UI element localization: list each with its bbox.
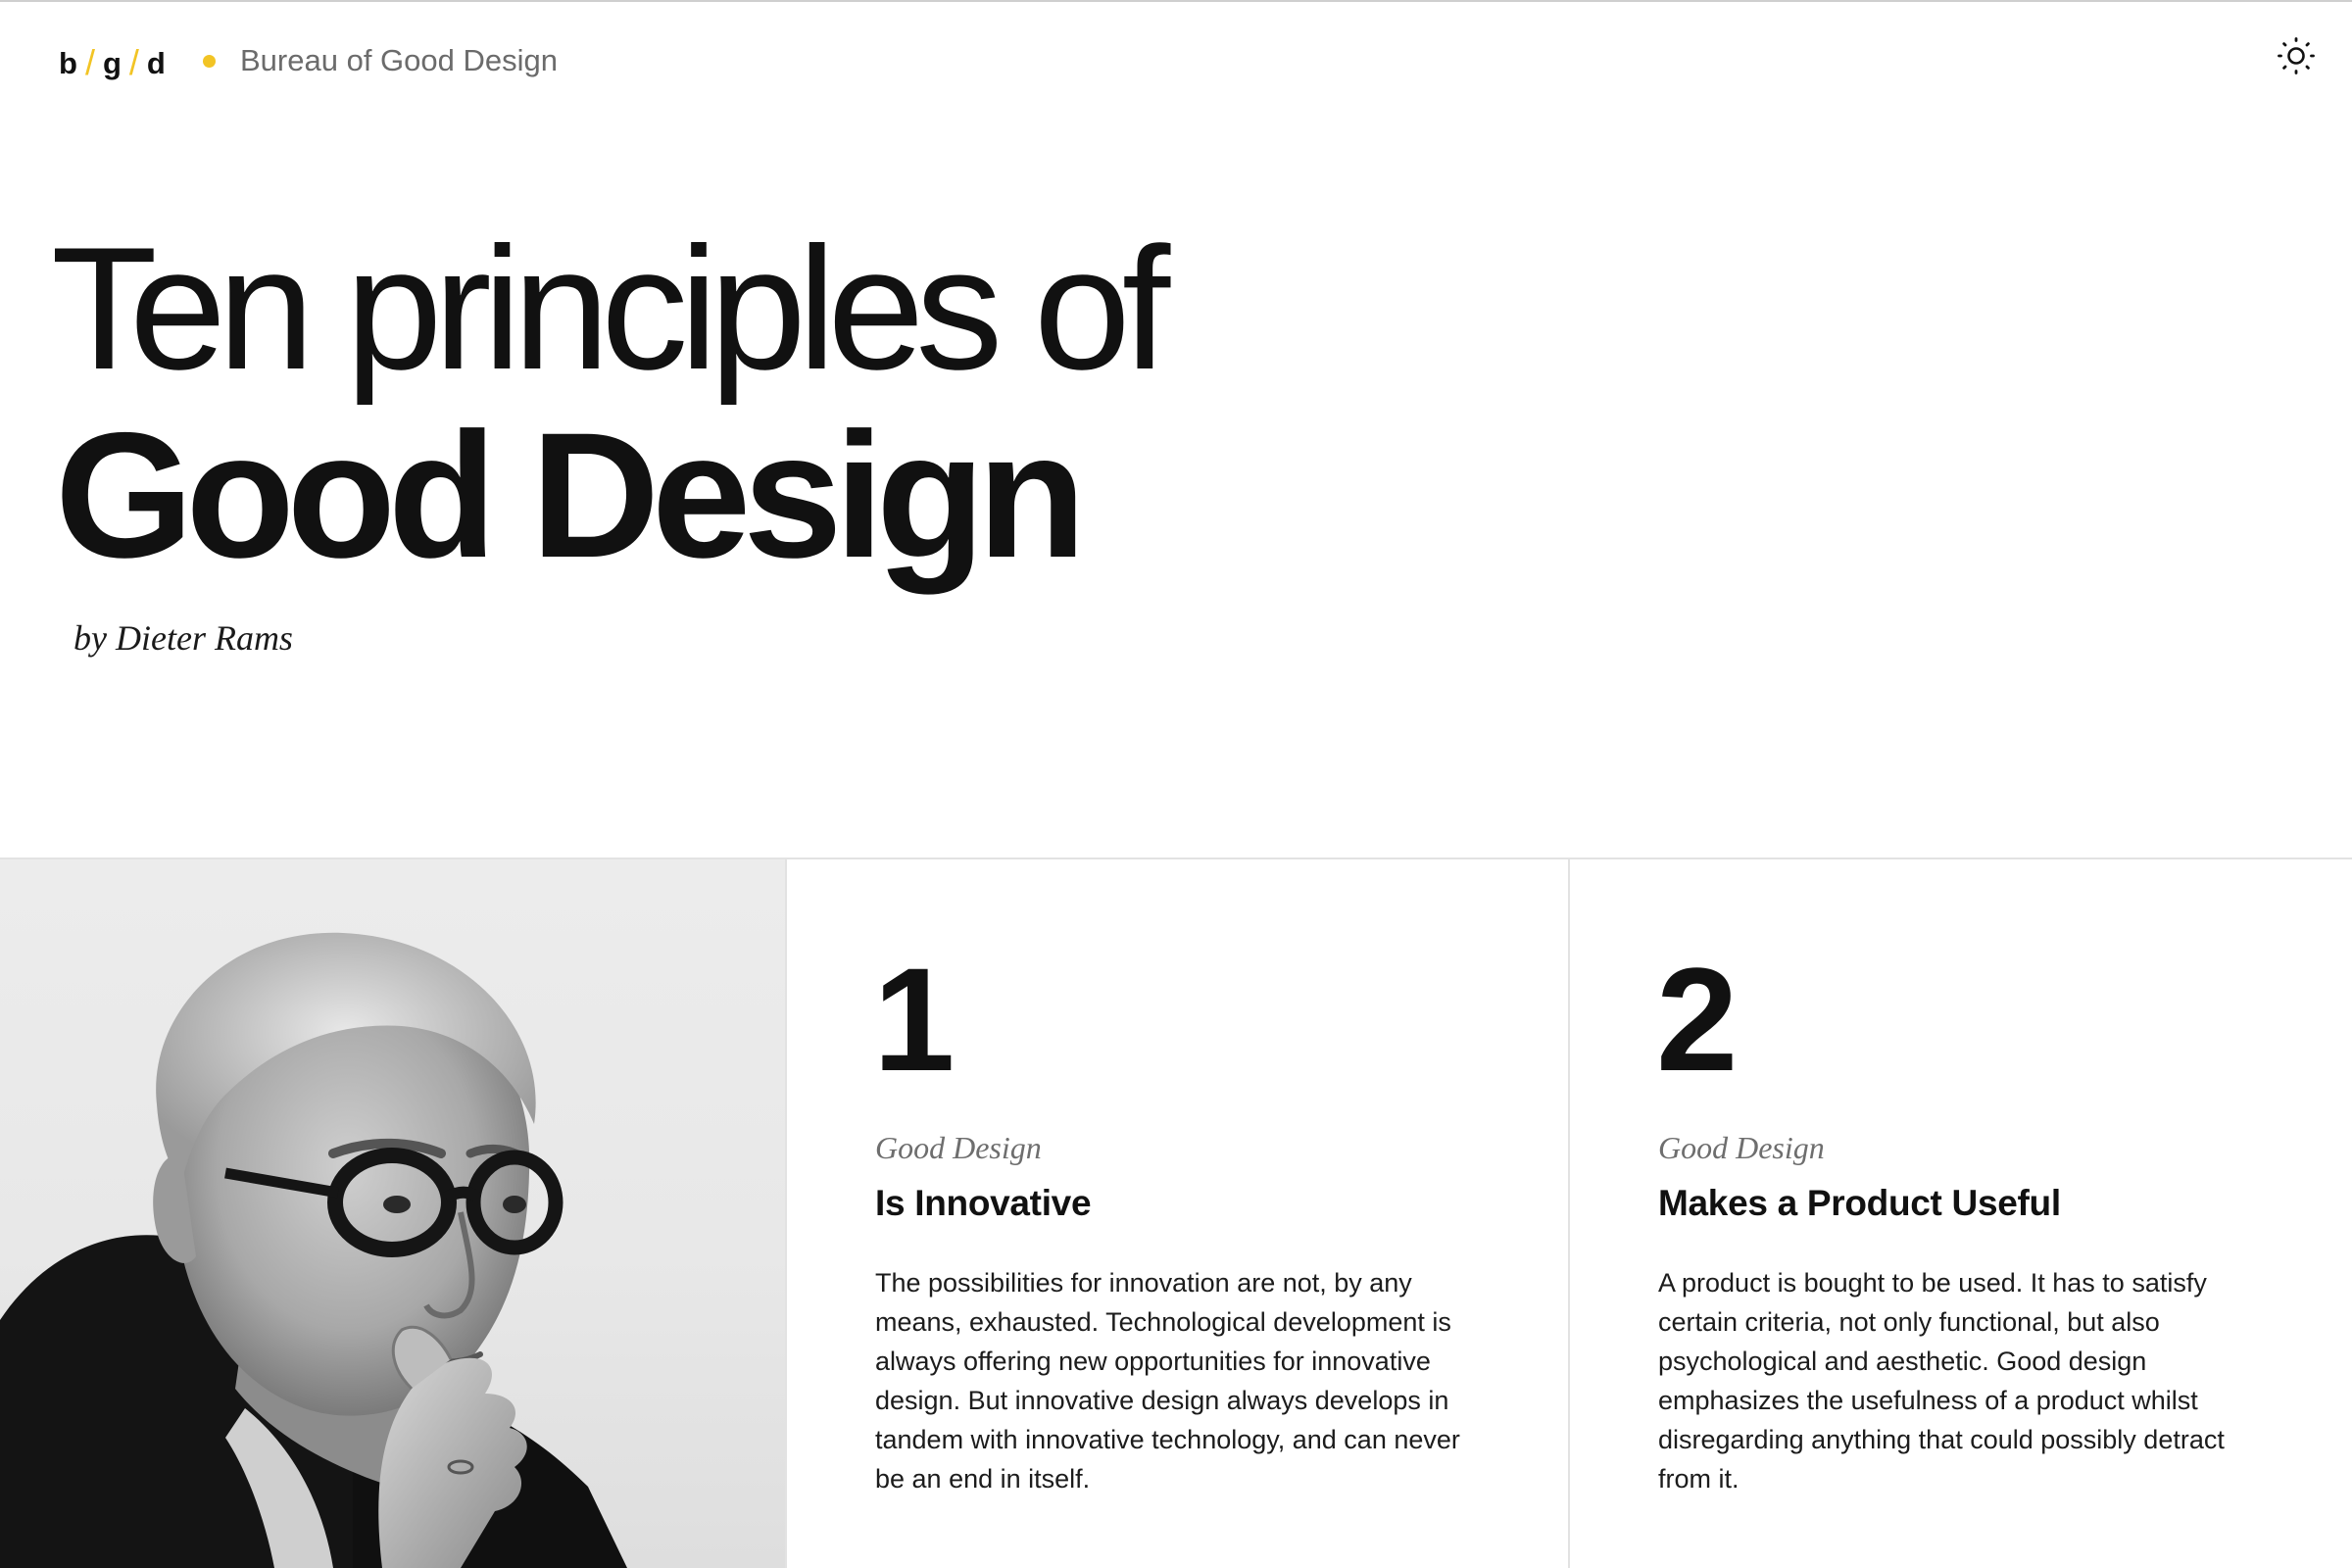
principle-kicker: Good Design <box>1658 1130 1825 1165</box>
principle-kicker: Good Design <box>875 1130 1042 1165</box>
logo-separator: / <box>128 42 139 82</box>
logo-letter-d: d <box>146 46 166 80</box>
portrait-photo <box>0 859 785 1568</box>
logo-letter-b: b <box>59 46 77 80</box>
hero-byline: by Dieter Rams <box>74 618 293 658</box>
principle-card-2: 2 Good Design Makes a Product Useful A p… <box>1568 859 2352 1568</box>
brand-dot-icon <box>203 55 216 68</box>
sun-icon <box>2278 37 2315 74</box>
portrait-illustration <box>0 932 627 1568</box>
site-logo[interactable]: b / g / d <box>59 42 166 84</box>
principle-body: A product is bought to be used. It has t… <box>1658 1268 2225 1494</box>
principle-card-1: 1 Good Design Is Innovative The possibil… <box>785 859 1569 1568</box>
principle-title: Makes a Product Useful <box>1658 1183 2061 1223</box>
site-header: b / g / d Bureau of Good Design <box>0 0 2352 127</box>
principle-body: The possibilities for innovation are not… <box>875 1268 1460 1494</box>
logo-separator: / <box>84 42 95 82</box>
hero-title-light: Ten principles of <box>51 211 1170 406</box>
principle-number: 2 <box>1656 937 1738 1102</box>
hero-title-bold: Good Design <box>55 395 1086 595</box>
brand-name[interactable]: Bureau of Good Design <box>240 43 558 78</box>
logo-letter-g: g <box>102 46 122 80</box>
theme-toggle-button[interactable] <box>2276 35 2317 76</box>
principle-number: 1 <box>873 937 955 1102</box>
principle-title: Is Innovative <box>875 1183 1092 1223</box>
